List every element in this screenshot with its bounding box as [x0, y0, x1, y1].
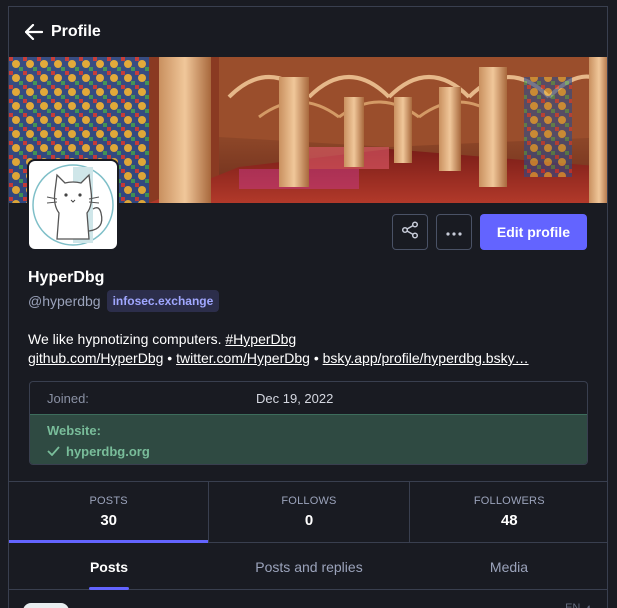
bio-link-github[interactable]: github.com/HyperDbg: [28, 350, 163, 366]
posts-counter[interactable]: POSTS 30: [9, 482, 209, 543]
account-row: @hyperdbg infosec.exchange: [28, 290, 220, 312]
website-value-row: hyperdbg.org: [47, 444, 570, 459]
back-label: Profile: [51, 23, 101, 40]
domain-badge[interactable]: infosec.exchange: [106, 290, 220, 312]
website-link[interactable]: hyperdbg.org: [66, 444, 150, 459]
checkmark-icon: [47, 444, 60, 459]
back-button[interactable]: Profile: [25, 23, 101, 41]
joined-label: Joined:: [47, 390, 89, 406]
share-icon: [401, 220, 419, 244]
counter-value: 0: [304, 512, 314, 529]
column-header: Profile: [9, 7, 607, 57]
profile-actions: Edit profile: [391, 214, 587, 250]
bio-separator: •: [313, 350, 319, 366]
counter-value: 48: [500, 512, 518, 529]
joined-field: Joined: Dec 19, 2022: [30, 382, 587, 414]
counter-label: POSTS: [89, 495, 128, 507]
arrow-left-icon: [25, 24, 43, 40]
globe-icon: ◐: [586, 602, 593, 608]
tab-posts-and-replies[interactable]: Posts and replies: [209, 544, 409, 589]
bio-separator: •: [167, 350, 173, 366]
bio-hashtag-link[interactable]: #HyperDbg: [225, 331, 296, 347]
tab-posts[interactable]: Posts: [9, 544, 209, 589]
profile-tabs: Posts Posts and replies Media: [9, 544, 607, 590]
counter-label: FOLLOWS: [281, 495, 337, 507]
post-avatar[interactable]: [23, 603, 69, 608]
profile-counters: POSTS 30 FOLLOWS 0 FOLLOWERS 48: [9, 481, 607, 543]
bio-text: We like hypnotizing computers.: [28, 331, 222, 347]
bio-line-1: We like hypnotizing computers. #HyperDbg: [28, 330, 588, 349]
avatar[interactable]: [27, 159, 119, 251]
post-meta: EN ◐: [565, 602, 593, 608]
follows-counter[interactable]: FOLLOWS 0: [208, 482, 408, 542]
edit-profile-button[interactable]: Edit profile: [479, 214, 587, 250]
profile-fields: Joined: Dec 19, 2022 Website: hyperdbg.o…: [29, 381, 588, 465]
followers-counter[interactable]: FOLLOWERS 48: [408, 482, 607, 542]
account-handle: @hyperdbg: [28, 293, 101, 309]
post-language: EN: [565, 602, 581, 608]
bio-link-twitter[interactable]: twitter.com/HyperDbg: [176, 350, 310, 366]
tab-media[interactable]: Media: [409, 544, 607, 589]
bio-line-2: github.com/HyperDbg • twitter.com/HyperD…: [28, 349, 588, 368]
display-name: HyperDbg: [28, 269, 105, 286]
website-label: Website:: [47, 423, 101, 438]
joined-value: Dec 19, 2022: [256, 390, 334, 406]
counter-label: FOLLOWERS: [473, 495, 545, 507]
bio-link-bluesky[interactable]: bsky.app/profile/hyperdbg.bsky…: [323, 350, 529, 366]
website-field: Website: hyperdbg.org: [30, 414, 587, 464]
profile-bio: We like hypnotizing computers. #HyperDbg…: [28, 330, 588, 368]
more-icon: [446, 223, 462, 241]
cat-avatar-image: [29, 161, 117, 249]
profile-panel: Profile Edit profile HyperDbg @hyperdbg …: [8, 6, 608, 608]
first-post-preview: EN ◐: [9, 591, 607, 608]
counter-value: 30: [100, 512, 117, 529]
more-button[interactable]: [435, 214, 472, 250]
share-button[interactable]: [391, 214, 428, 250]
